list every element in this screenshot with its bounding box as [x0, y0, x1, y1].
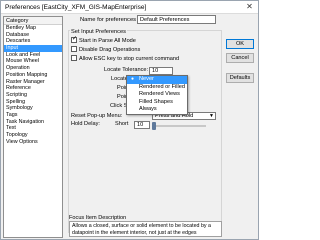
- group-title: Set Input Preferences: [70, 29, 128, 35]
- category-item[interactable]: Tags: [4, 112, 62, 119]
- preferences-name-label: Name for preferences: [80, 17, 137, 23]
- hold-delay-min-label: Short: [115, 121, 129, 127]
- selected-bullet-icon: ●: [131, 76, 135, 82]
- hold-delay-label: Hold Delay:: [71, 121, 100, 127]
- checkbox-unchecked[interactable]: [71, 46, 77, 52]
- window-title: Preferences [EastCity_XFM_GIS-MapEnterpr…: [5, 4, 147, 11]
- dropdown-option[interactable]: Filled Shapes: [127, 99, 187, 107]
- category-item[interactable]: Task Navigation: [4, 119, 62, 126]
- category-item[interactable]: Bentley Map: [4, 25, 62, 32]
- category-item[interactable]: Topology: [4, 132, 62, 139]
- category-item[interactable]: Position Mapping: [4, 72, 62, 79]
- category-item[interactable]: Scripting: [4, 92, 62, 99]
- category-item-input[interactable]: Input: [4, 45, 62, 52]
- checkbox-unchecked[interactable]: [71, 55, 77, 61]
- category-item[interactable]: Reference: [4, 85, 62, 92]
- category-item[interactable]: Raster Manager: [4, 79, 62, 86]
- cancel-button[interactable]: Cancel: [226, 53, 254, 63]
- locate-tolerance-input[interactable]: 10: [149, 67, 173, 75]
- dropdown-option[interactable]: Always: [127, 106, 187, 114]
- disable-drag-checkbox[interactable]: Disable Drag Operations: [71, 46, 140, 53]
- slider-track: [152, 125, 206, 127]
- start-parse-all-checkbox[interactable]: Start in Parse All Mode: [71, 36, 136, 44]
- category-item[interactable]: Database: [4, 32, 62, 39]
- dropdown-option[interactable]: Rendered or Filled: [127, 84, 187, 92]
- title-bar: Preferences [EastCity_XFM_GIS-MapEnterpr…: [1, 1, 258, 14]
- option-label: Never: [139, 76, 154, 82]
- checkbox-checked[interactable]: [71, 36, 77, 43]
- checkbox-label: Disable Drag Operations: [79, 47, 141, 53]
- preferences-name-input[interactable]: Default Preferences: [137, 15, 216, 24]
- category-item[interactable]: Operation: [4, 65, 62, 72]
- category-item[interactable]: Descartes: [4, 38, 62, 45]
- dropdown-option[interactable]: Rendered Views: [127, 91, 187, 99]
- category-header: Category: [4, 17, 62, 25]
- checkbox-label: Start in Parse All Mode: [79, 38, 136, 44]
- category-item[interactable]: Mouse Wheel: [4, 58, 62, 65]
- locate-tolerance-label: Locate Tolerance:: [104, 67, 149, 73]
- focus-description-text: Allows a closed, surface or solid elemen…: [69, 221, 222, 237]
- preferences-window: Preferences [EastCity_XFM_GIS-MapEnterpr…: [0, 0, 259, 240]
- category-item[interactable]: Text: [4, 125, 62, 132]
- checkbox-label: Allow ESC key to stop current command: [79, 56, 180, 62]
- category-item[interactable]: Look and Feel: [4, 52, 62, 59]
- hold-delay-slider[interactable]: [152, 122, 206, 130]
- slider-thumb[interactable]: [152, 122, 156, 130]
- defaults-button[interactable]: Defaults: [226, 73, 254, 83]
- hold-delay-input[interactable]: 10: [134, 121, 150, 129]
- chevron-down-icon: ▼: [209, 113, 214, 119]
- dropdown-option-never[interactable]: ● Never: [127, 76, 187, 84]
- locate-interiors-dropdown[interactable]: ● Never Rendered or Filled Rendered Views…: [126, 75, 188, 115]
- category-item[interactable]: Symbology: [4, 105, 62, 112]
- reset-popup-label: Reset Pop-up Menu:: [71, 113, 123, 119]
- close-icon[interactable]: ✕: [244, 2, 255, 12]
- category-item[interactable]: View Options: [4, 139, 62, 146]
- allow-esc-checkbox[interactable]: Allow ESC key to stop current command: [71, 55, 179, 62]
- ok-button[interactable]: OK: [226, 39, 254, 49]
- category-item[interactable]: Spelling: [4, 99, 62, 106]
- category-list[interactable]: Category Bentley Map Database Descartes …: [3, 16, 63, 238]
